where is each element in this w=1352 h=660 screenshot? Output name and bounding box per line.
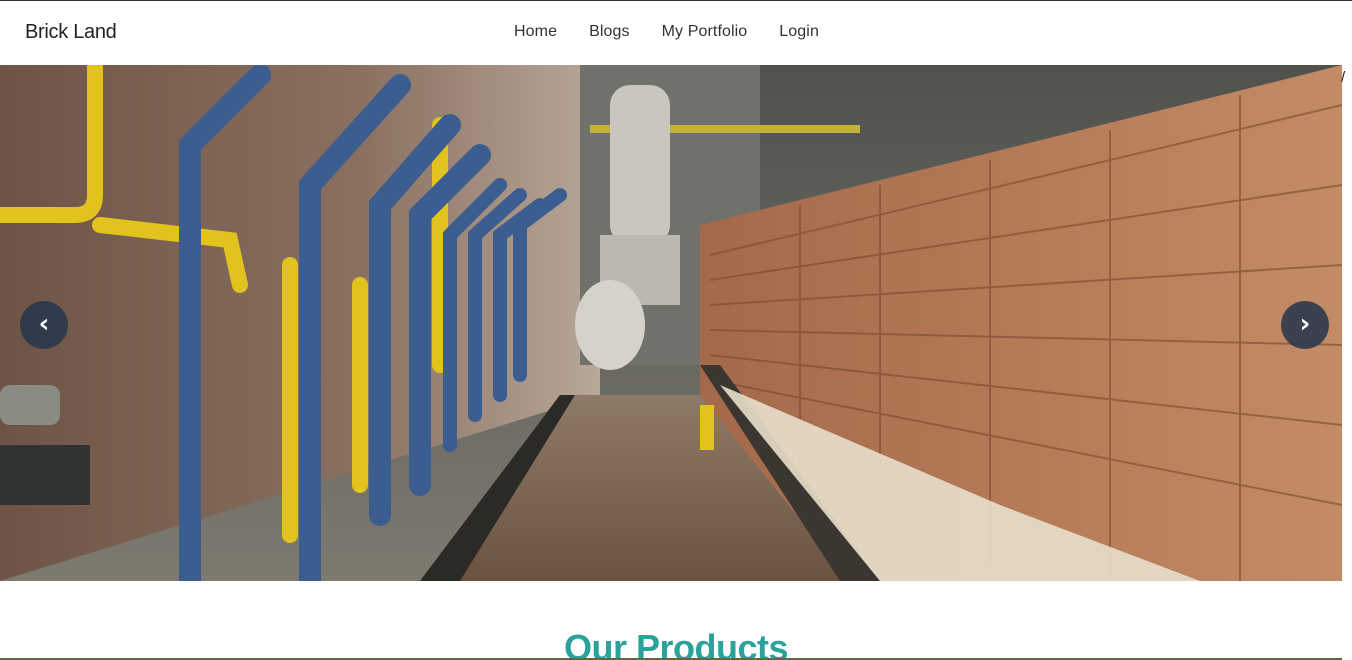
- carousel-next-button[interactable]: ›: [1281, 301, 1329, 349]
- page: Brick Land Home Blogs My Portfolio Login: [0, 0, 1352, 660]
- main-nav: Home Blogs My Portfolio Login: [514, 23, 819, 41]
- section-title: Our Products: [563, 627, 789, 660]
- carousel-prev-button[interactable]: ‹: [20, 301, 68, 349]
- nav-login[interactable]: Login: [779, 23, 819, 41]
- scrollbar-gutter: [1342, 1, 1352, 660]
- edge-mark: /: [1341, 69, 1346, 86]
- hero-carousel: ‹ ›: [0, 65, 1342, 581]
- nav-my-portfolio[interactable]: My Portfolio: [662, 23, 748, 41]
- navbar: Brick Land Home Blogs My Portfolio Login: [0, 1, 1342, 65]
- carousel-slide-image: [0, 65, 1342, 581]
- nav-blogs[interactable]: Blogs: [589, 23, 630, 41]
- nav-home[interactable]: Home: [514, 23, 557, 41]
- brand-logo[interactable]: Brick Land: [25, 21, 117, 44]
